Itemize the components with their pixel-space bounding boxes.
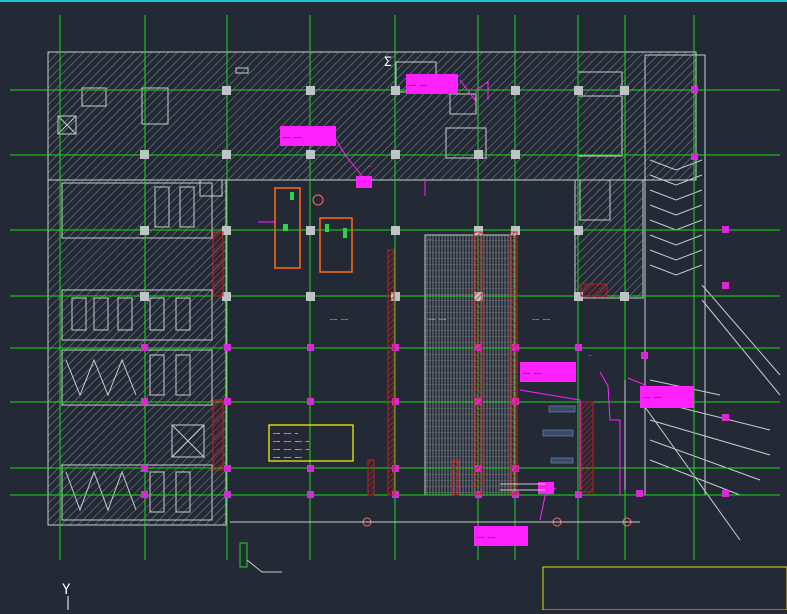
annotation-tag-bottom: …… …… xyxy=(474,526,528,546)
annotation-tag-center: …… …… xyxy=(640,386,694,408)
note-line-1: …… …… … xyxy=(273,429,299,436)
note-line-4: …… …… …… xyxy=(273,453,302,460)
svg-text:…… ……: …… …… xyxy=(283,133,301,140)
green-label-2: …… …… xyxy=(428,315,446,322)
svg-text:…… ……: …… …… xyxy=(643,393,661,400)
note-line-2: …… …… …… … xyxy=(273,437,310,444)
svg-text:…… ……: …… …… xyxy=(523,369,541,376)
cad-drawing-canvas[interactable]: …… …… …… …… …… …… …… …… …… …… … … … …… …… xyxy=(0,0,787,611)
hatch-right-core xyxy=(574,179,644,299)
svg-text:…… ……: …… …… xyxy=(477,533,495,540)
green-label-1: …… …… xyxy=(330,315,348,322)
label-mid-center: … xyxy=(368,162,372,169)
bottom-left-fixture xyxy=(239,542,248,568)
ramp-chevrons xyxy=(639,159,781,541)
hatch-left-band xyxy=(47,179,227,526)
floor-plan-drawing: …… …… …… …… …… …… …… …… …… …… … … … …… …… xyxy=(0,0,787,611)
note-box: …… …… … …… …… …… … …… …… …… … …… …… …… xyxy=(268,424,354,462)
top-mark-symbol: Σ xyxy=(384,55,392,70)
title-block-frame xyxy=(542,566,787,611)
label-upper: … xyxy=(428,235,432,242)
annotation-tag-left-mid: …… …… xyxy=(280,126,336,146)
center-grid-block xyxy=(424,234,516,496)
annotation-tag-top-right: …… …… xyxy=(406,74,458,94)
svg-text:…… ……: …… …… xyxy=(409,81,427,88)
green-label-3: …… …… xyxy=(532,315,550,322)
dark-blocks xyxy=(542,405,576,464)
annotation-tag-small-1 xyxy=(356,176,372,188)
y-axis-symbol: Y xyxy=(62,582,71,598)
note-line-3: …… …… …… … xyxy=(273,445,310,452)
annotation-tag-right-mid: …… …… xyxy=(520,362,576,382)
label-mid-left: … xyxy=(588,351,592,358)
